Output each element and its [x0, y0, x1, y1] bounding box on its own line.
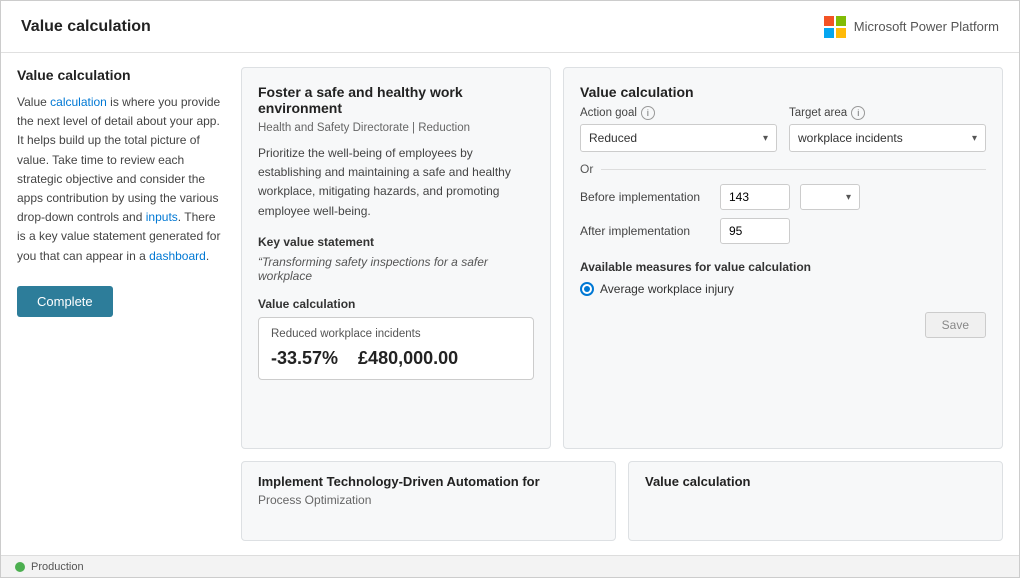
- ms-logo: [824, 16, 846, 38]
- or-label: Or: [580, 162, 593, 176]
- action-goal-select[interactable]: Reduced ▾: [580, 124, 777, 152]
- save-button[interactable]: Save: [925, 312, 986, 338]
- or-divider: [601, 169, 986, 170]
- radio-dot-inner: [584, 286, 590, 292]
- action-goal-info-icon[interactable]: i: [641, 106, 655, 120]
- inputs-link[interactable]: inputs: [146, 210, 178, 224]
- form-row-goals: Action goal i Reduced ▾ Target area: [580, 106, 986, 152]
- measure-item-label: Average workplace injury: [600, 282, 734, 296]
- bottom-left-subtitle: Process Optimization: [258, 493, 599, 507]
- app-frame: Value calculation Microsoft Power Platfo…: [0, 0, 1020, 578]
- before-impl-input[interactable]: [720, 184, 790, 210]
- value-calc-box: Reduced workplace incidents -33.57% £480…: [258, 317, 534, 380]
- ms-logo-blue: [824, 28, 834, 38]
- dashboard-link[interactable]: dashboard: [149, 249, 206, 263]
- value-calc-section-label: Value calculation: [258, 297, 534, 311]
- after-impl-label: After implementation: [580, 224, 710, 238]
- header: Value calculation Microsoft Power Platfo…: [1, 1, 1019, 53]
- form-card: Value calculation Action goal i Reduced …: [563, 67, 1003, 449]
- measure-item: Average workplace injury: [580, 282, 986, 296]
- target-area-info-icon[interactable]: i: [851, 106, 865, 120]
- main-card: Foster a safe and healthy work environme…: [241, 67, 551, 449]
- measures-label: Available measures for value calculation: [580, 260, 986, 274]
- bottom-row: Implement Technology-Driven Automation f…: [241, 461, 1003, 541]
- value-calc-subtitle: Reduced workplace incidents: [271, 328, 521, 340]
- app-title: Value calculation: [21, 18, 151, 36]
- action-goal-group: Action goal i Reduced ▾: [580, 106, 777, 152]
- complete-button[interactable]: Complete: [17, 286, 113, 317]
- ms-logo-red: [824, 16, 834, 26]
- cards-row: Foster a safe and healthy work environme…: [241, 67, 1003, 449]
- measure-radio[interactable]: [580, 282, 594, 296]
- target-area-chevron-icon: ▾: [972, 133, 977, 144]
- after-impl-input[interactable]: [720, 218, 790, 244]
- brand-area: Microsoft Power Platform: [824, 16, 999, 38]
- left-panel-title: Value calculation: [17, 67, 227, 83]
- target-area-select[interactable]: workplace incidents ▾: [789, 124, 986, 152]
- main-card-title: Foster a safe and healthy work environme…: [258, 84, 534, 116]
- footer: Production: [1, 555, 1019, 577]
- main-card-description: Prioritize the well-being of employees b…: [258, 144, 534, 221]
- value-calc-numbers: -33.57% £480,000.00: [271, 348, 521, 369]
- action-goal-chevron-icon: ▾: [763, 133, 768, 144]
- left-panel-description: Value calculation is where you provide t…: [17, 93, 227, 266]
- calculation-link[interactable]: calculation: [50, 95, 107, 109]
- main-content: Value calculation Value calculation is w…: [1, 53, 1019, 555]
- main-card-subtitle: Health and Safety Directorate | Reductio…: [258, 122, 534, 134]
- left-panel: Value calculation Value calculation is w…: [17, 67, 227, 541]
- value-amount: £480,000.00: [358, 348, 458, 369]
- target-area-value: workplace incidents: [798, 131, 903, 145]
- bottom-right-card: Value calculation: [628, 461, 1003, 541]
- before-impl-row: Before implementation ▾: [580, 184, 986, 210]
- brand-text: Microsoft Power Platform: [854, 19, 999, 34]
- before-impl-label: Before implementation: [580, 190, 710, 204]
- key-value-label: Key value statement: [258, 235, 534, 249]
- after-impl-row: After implementation: [580, 218, 986, 244]
- bottom-right-title: Value calculation: [645, 474, 986, 489]
- action-goal-label: Action goal i: [580, 106, 777, 120]
- form-card-title: Value calculation: [580, 84, 986, 100]
- ms-logo-yellow: [836, 28, 846, 38]
- footer-status: Production: [31, 561, 84, 573]
- key-value-text: “Transforming safety inspections for a s…: [258, 255, 534, 283]
- value-percentage: -33.57%: [271, 348, 338, 369]
- target-area-label: Target area i: [789, 106, 986, 120]
- right-content: Foster a safe and healthy work environme…: [241, 67, 1003, 541]
- target-area-group: Target area i workplace incidents ▾: [789, 106, 986, 152]
- before-impl-chevron-icon: ▾: [846, 192, 851, 203]
- before-impl-select[interactable]: ▾: [800, 184, 860, 210]
- measures-section: Available measures for value calculation…: [580, 260, 986, 296]
- bottom-left-title: Implement Technology-Driven Automation f…: [258, 474, 599, 489]
- bottom-left-card: Implement Technology-Driven Automation f…: [241, 461, 616, 541]
- ms-logo-green: [836, 16, 846, 26]
- or-row: Or: [580, 162, 986, 176]
- status-indicator: [15, 562, 25, 572]
- action-goal-value: Reduced: [589, 131, 637, 145]
